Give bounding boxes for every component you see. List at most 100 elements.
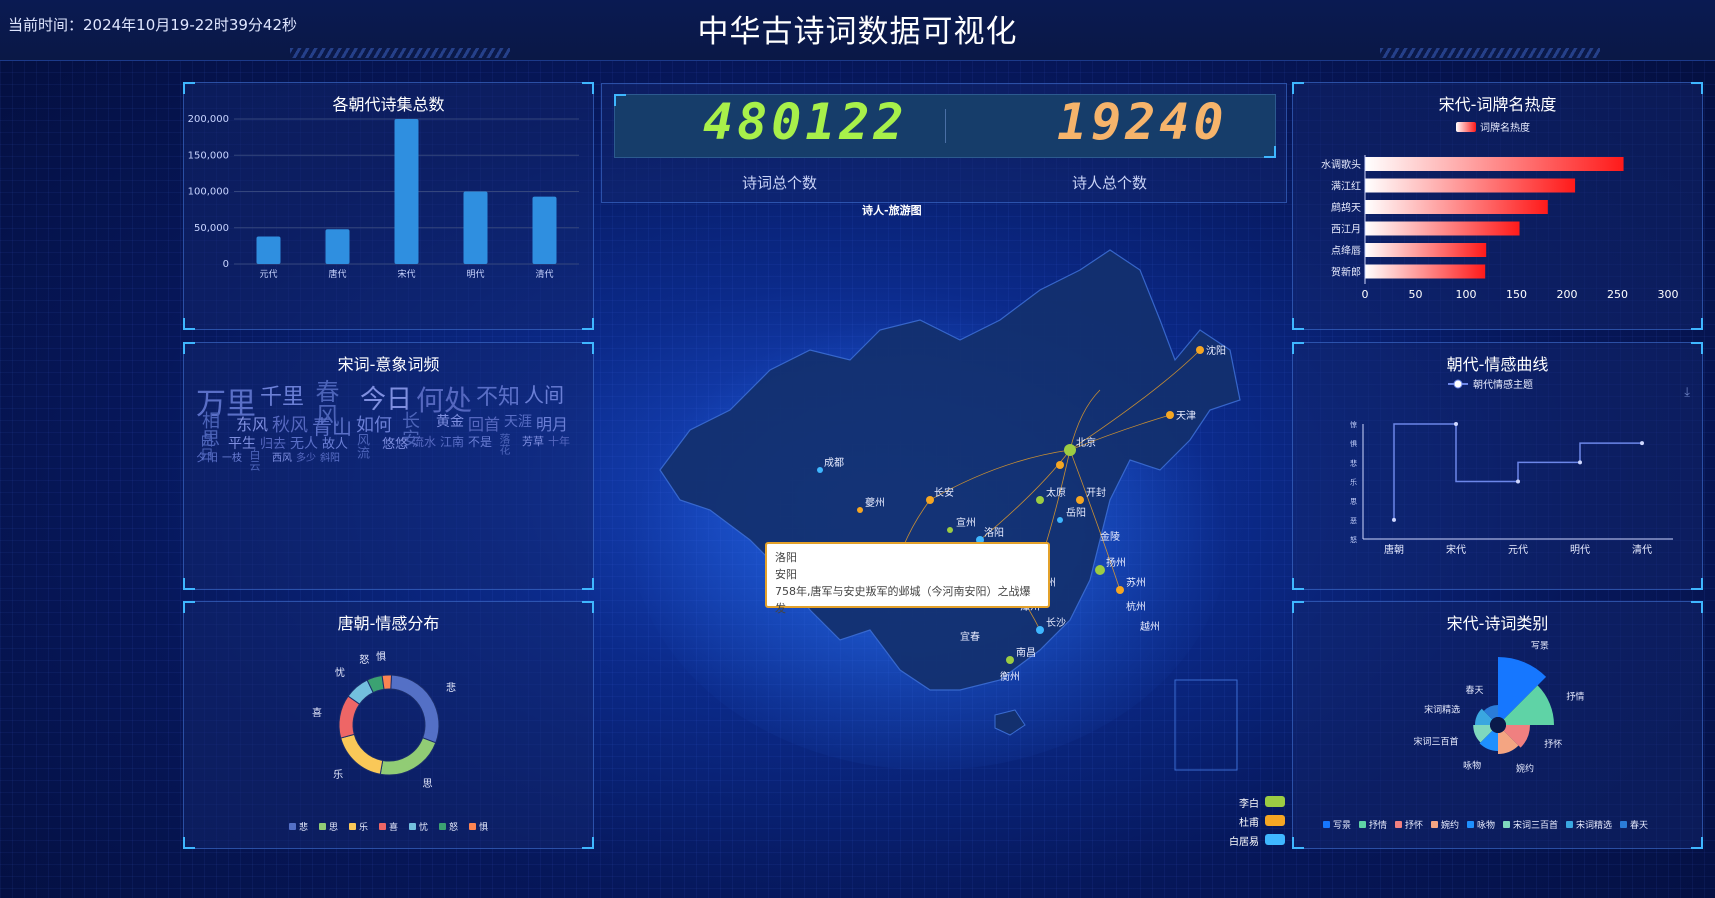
y-tick-label: 惧 <box>1350 439 1357 448</box>
legend-label: 乐 <box>359 821 368 833</box>
city-label: 天津 <box>1176 410 1196 422</box>
panel-tang-emotion: 唐朝-情感分布 悲思乐喜忧怒惧悲思乐喜忧怒惧 <box>183 601 594 849</box>
cloud-word[interactable]: 西风 <box>272 449 292 464</box>
slice-label: 抒怀 <box>1544 738 1562 750</box>
cloud-word[interactable]: 十年 <box>548 433 570 449</box>
city-label: 岳阳 <box>1066 507 1086 519</box>
legend-swatch <box>1456 122 1476 132</box>
x-tick-label: 明代 <box>1570 544 1590 556</box>
y-tick-label: 满江红 <box>1331 180 1361 193</box>
city-label: 宜春 <box>960 630 980 643</box>
y-tick-label: 0 <box>223 259 229 270</box>
slice-label: 抒情 <box>1566 691 1584 703</box>
poets-total-label: 诗人总个数 <box>1072 174 1148 192</box>
x-tick-label: 元代 <box>1508 544 1528 556</box>
city-label: 长沙 <box>1046 617 1066 629</box>
y-tick-label: 100,000 <box>188 187 229 198</box>
x-tick-label: 150 <box>1506 288 1527 301</box>
panel-song-category: 宋代-诗词类别 写景 抒情 抒怀 婉约 咏物 宋词三百首 宋词精选 春天 写景 抒情 抒怀 婉约 咏物宋… <box>1292 601 1703 849</box>
legend-item-baijuyi[interactable]: 白居易 <box>1215 831 1285 850</box>
header-stripe-right <box>1380 48 1600 58</box>
header-stripe-left <box>290 48 510 58</box>
y-tick-label: 50,000 <box>194 223 229 234</box>
data-point <box>1454 422 1458 426</box>
cloud-word[interactable]: 明月 <box>536 411 568 435</box>
legend-label: 宋词三百首 <box>1513 819 1558 831</box>
data-point <box>1640 441 1644 446</box>
cloud-word[interactable]: 斜阳 <box>320 449 340 464</box>
song-category-rose[interactable]: 写景抒情抒怀婉约咏物宋词三百首宋词精选春天写景 抒情 抒怀 婉约 咏物 宋词三百首 宋词精选… <box>1293 628 1702 848</box>
cloud-word[interactable]: 黄金 <box>436 411 464 431</box>
legend-label: 喜 <box>389 821 398 833</box>
cipai-hbar-chart[interactable]: 词牌名热度水调歌头满江红鹧鸪天西江月点绛唇贺新郎0 50 100 150 200 250 3… <box>1293 109 1702 329</box>
panel-cipai-heat: 宋代-词牌名热度 词牌名热度 水调歌头 满江红 鹧鸪天 西江月 点绛唇 贺新郎 0 50 100 1… <box>1292 82 1703 330</box>
tang-emotion-donut[interactable]: 悲思乐喜忧怒 惧悲思乐喜忧怒惧 <box>184 628 593 848</box>
cloud-word[interactable]: 江南 <box>440 433 464 450</box>
cloud-word[interactable]: 夕阳 <box>196 449 218 465</box>
legend-label: 惧 <box>479 821 488 833</box>
stats-divider <box>945 109 946 143</box>
legend-swatch <box>469 823 476 830</box>
y-tick-label: 怒 <box>1350 535 1357 544</box>
rose-center <box>1490 717 1506 733</box>
slice-label: 喜 <box>312 706 322 719</box>
china-map[interactable]: 沈阳 北京 天津 太原 长安 洛阳 开封 扬州 苏州 杭州 成都 荆州 江陵 长… <box>600 210 1270 780</box>
x-tick-label: 0 <box>1362 288 1369 301</box>
city-label: 宣州 <box>956 516 976 529</box>
stats-panel: 480122 19240 诗词总个数 诗人总个数 <box>601 83 1287 203</box>
legend-label: 白居易 <box>1229 837 1259 848</box>
x-tick-label: 250 <box>1607 288 1628 301</box>
bar <box>394 119 419 264</box>
cloud-word[interactable]: 悠悠 <box>382 433 408 452</box>
x-tick-label: 清代 <box>1632 543 1652 556</box>
cloud-word[interactable]: 不是 <box>468 433 492 450</box>
city-label: 南昌 <box>1016 646 1036 659</box>
cloud-word[interactable]: 白云 <box>246 449 262 471</box>
legend-label: 春天 <box>1630 819 1648 831</box>
y-tick-label: 点绛唇 <box>1331 244 1361 257</box>
legend-swatch <box>439 823 446 830</box>
cloud-word[interactable]: 不知 <box>476 379 520 411</box>
donut-slice <box>379 737 437 776</box>
legend-swatch <box>1566 821 1573 828</box>
legend-swatch <box>1395 821 1402 828</box>
cloud-word[interactable]: 千里 <box>260 379 304 411</box>
cloud-word[interactable]: 落花 <box>496 433 512 455</box>
legend-swatch <box>1265 796 1285 807</box>
bar <box>1365 221 1520 236</box>
y-tick-label: 西江月 <box>1331 224 1361 236</box>
x-tick-label: 100 <box>1456 288 1477 301</box>
bar <box>1365 200 1548 214</box>
cloud-word[interactable]: 一枝 <box>222 449 242 464</box>
cloud-word[interactable]: 流水 <box>412 433 436 450</box>
cloud-word[interactable]: 天涯 <box>504 411 532 431</box>
cloud-word[interactable]: 多少 <box>296 449 316 464</box>
cloud-word[interactable]: 东风 <box>236 411 268 435</box>
word-cloud[interactable]: 万里 千里 春风 今日 何处 不知 人间 相思 东风 秋风 青山 如何 长安 黄金 回首 天涯 明月 白日 平生 归去… <box>196 379 582 579</box>
poems-total-number: 480122 <box>703 93 908 151</box>
legend-item-libai[interactable]: 李白 <box>1215 793 1285 812</box>
legend-label: 思 <box>329 822 338 833</box>
emotion-step-line[interactable]: 朝代情感主题惊惧悲乐思恶怒唐朝 宋代 元代 明代 清代 <box>1293 369 1702 589</box>
cloud-word[interactable]: 芳草 <box>522 433 544 449</box>
y-tick-label: 150,000 <box>188 150 229 161</box>
x-tick-label: 宋代 <box>1446 543 1466 556</box>
bar <box>1365 243 1487 257</box>
dynasty-bar-chart[interactable]: 0 50,000 100,000 150,000 200,000 元代 唐代 宋代 明代 清代 <box>184 109 593 329</box>
city-label: 成都 <box>824 457 844 469</box>
stats-display: 480122 19240 <box>614 93 1276 158</box>
legend-label: 悲 <box>299 821 308 833</box>
cloud-word[interactable]: 回首 <box>468 411 500 435</box>
legend-item-dufu[interactable]: 杜甫 <box>1215 812 1285 831</box>
legend-label: 宋词精选 <box>1576 819 1612 831</box>
y-tick-label: 恶 <box>1350 517 1357 525</box>
slice-label: 悲 <box>446 681 456 694</box>
poems-total-label: 诗词总个数 <box>742 174 818 192</box>
poets-total-number: 19240 <box>1057 93 1228 151</box>
x-tick-label: 宋代 <box>397 268 415 280</box>
bar <box>463 191 488 264</box>
cloud-word[interactable]: 风流 <box>352 433 371 459</box>
legend-swatch <box>319 823 326 830</box>
y-tick-label: 贺新郎 <box>1331 266 1361 279</box>
cloud-word[interactable]: 人间 <box>524 379 564 408</box>
